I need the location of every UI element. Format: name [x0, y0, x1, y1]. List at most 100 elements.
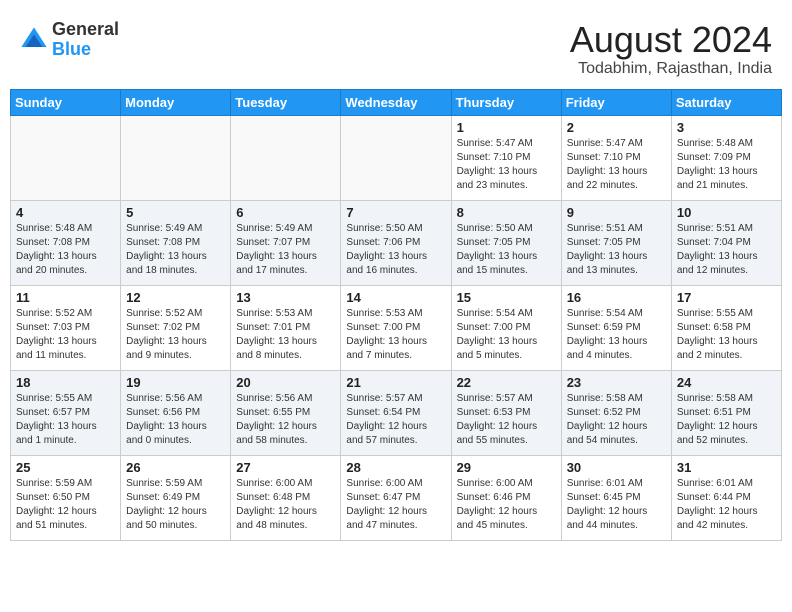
- weekday-header-wednesday: Wednesday: [341, 89, 451, 115]
- day-info: Sunrise: 5:55 AM Sunset: 6:57 PM Dayligh…: [16, 392, 115, 448]
- week-row-5: 25 Sunrise: 5:59 AM Sunset: 6:50 PM Dayli…: [11, 455, 782, 540]
- calendar-cell: 26 Sunrise: 5:59 AM Sunset: 6:49 PM Dayli…: [121, 455, 231, 540]
- calendar-cell: 30 Sunrise: 6:01 AM Sunset: 6:45 PM Dayli…: [561, 455, 671, 540]
- day-info: Sunrise: 5:54 AM Sunset: 6:59 PM Dayligh…: [567, 307, 666, 363]
- calendar-cell: 3 Sunrise: 5:48 AM Sunset: 7:09 PM Daylig…: [671, 115, 781, 200]
- day-number: 14: [346, 290, 445, 305]
- day-number: 31: [677, 460, 776, 475]
- day-number: 17: [677, 290, 776, 305]
- day-number: 7: [346, 205, 445, 220]
- day-number: 1: [457, 120, 556, 135]
- calendar-cell: 29 Sunrise: 6:00 AM Sunset: 6:46 PM Dayli…: [451, 455, 561, 540]
- day-info: Sunrise: 5:48 AM Sunset: 7:09 PM Dayligh…: [677, 137, 776, 193]
- logo-general: General: [52, 19, 119, 39]
- day-number: 22: [457, 375, 556, 390]
- week-row-1: 1 Sunrise: 5:47 AM Sunset: 7:10 PM Daylig…: [11, 115, 782, 200]
- day-number: 28: [346, 460, 445, 475]
- day-info: Sunrise: 5:59 AM Sunset: 6:50 PM Dayligh…: [16, 477, 115, 533]
- weekday-header-row: SundayMondayTuesdayWednesdayThursdayFrid…: [11, 89, 782, 115]
- day-info: Sunrise: 5:51 AM Sunset: 7:04 PM Dayligh…: [677, 222, 776, 278]
- day-info: Sunrise: 5:50 AM Sunset: 7:05 PM Dayligh…: [457, 222, 556, 278]
- day-info: Sunrise: 5:55 AM Sunset: 6:58 PM Dayligh…: [677, 307, 776, 363]
- day-number: 27: [236, 460, 335, 475]
- day-info: Sunrise: 6:01 AM Sunset: 6:44 PM Dayligh…: [677, 477, 776, 533]
- calendar-cell: 5 Sunrise: 5:49 AM Sunset: 7:08 PM Daylig…: [121, 200, 231, 285]
- logo: General Blue: [20, 20, 119, 60]
- day-number: 19: [126, 375, 225, 390]
- calendar-cell: [121, 115, 231, 200]
- day-number: 26: [126, 460, 225, 475]
- day-number: 12: [126, 290, 225, 305]
- day-info: Sunrise: 5:56 AM Sunset: 6:55 PM Dayligh…: [236, 392, 335, 448]
- calendar-cell: 10 Sunrise: 5:51 AM Sunset: 7:04 PM Dayli…: [671, 200, 781, 285]
- calendar-cell: 4 Sunrise: 5:48 AM Sunset: 7:08 PM Daylig…: [11, 200, 121, 285]
- day-number: 10: [677, 205, 776, 220]
- day-info: Sunrise: 5:57 AM Sunset: 6:54 PM Dayligh…: [346, 392, 445, 448]
- day-number: 4: [16, 205, 115, 220]
- weekday-header-monday: Monday: [121, 89, 231, 115]
- calendar-cell: 18 Sunrise: 5:55 AM Sunset: 6:57 PM Dayli…: [11, 370, 121, 455]
- day-number: 16: [567, 290, 666, 305]
- calendar-cell: [11, 115, 121, 200]
- day-number: 3: [677, 120, 776, 135]
- week-row-3: 11 Sunrise: 5:52 AM Sunset: 7:03 PM Dayli…: [11, 285, 782, 370]
- day-number: 24: [677, 375, 776, 390]
- day-info: Sunrise: 5:53 AM Sunset: 7:00 PM Dayligh…: [346, 307, 445, 363]
- day-number: 21: [346, 375, 445, 390]
- day-info: Sunrise: 5:58 AM Sunset: 6:52 PM Dayligh…: [567, 392, 666, 448]
- day-info: Sunrise: 5:59 AM Sunset: 6:49 PM Dayligh…: [126, 477, 225, 533]
- calendar-cell: 20Sunrise: 5:56 AM Sunset: 6:55 PM Dayli…: [231, 370, 341, 455]
- day-info: Sunrise: 6:00 AM Sunset: 6:46 PM Dayligh…: [457, 477, 556, 533]
- day-info: Sunrise: 5:52 AM Sunset: 7:03 PM Dayligh…: [16, 307, 115, 363]
- calendar-cell: 14 Sunrise: 5:53 AM Sunset: 7:00 PM Dayli…: [341, 285, 451, 370]
- month-year: August 2024: [570, 20, 772, 60]
- day-info: Sunrise: 5:52 AM Sunset: 7:02 PM Dayligh…: [126, 307, 225, 363]
- calendar-cell: 28 Sunrise: 6:00 AM Sunset: 6:47 PM Dayli…: [341, 455, 451, 540]
- calendar-cell: 6 Sunrise: 5:49 AM Sunset: 7:07 PM Daylig…: [231, 200, 341, 285]
- day-info: Sunrise: 5:47 AM Sunset: 7:10 PM Dayligh…: [567, 137, 666, 193]
- calendar-cell: 12 Sunrise: 5:52 AM Sunset: 7:02 PM Dayli…: [121, 285, 231, 370]
- logo-blue: Blue: [52, 39, 91, 59]
- week-row-2: 4 Sunrise: 5:48 AM Sunset: 7:08 PM Daylig…: [11, 200, 782, 285]
- day-number: 23: [567, 375, 666, 390]
- title-block: August 2024 Todabhim, Rajasthan, India: [570, 20, 772, 78]
- calendar-cell: 2Sunrise: 5:47 AM Sunset: 7:10 PM Daylig…: [561, 115, 671, 200]
- calendar-cell: 17 Sunrise: 5:55 AM Sunset: 6:58 PM Dayli…: [671, 285, 781, 370]
- calendar-cell: 23 Sunrise: 5:58 AM Sunset: 6:52 PM Dayli…: [561, 370, 671, 455]
- day-info: Sunrise: 5:58 AM Sunset: 6:51 PM Dayligh…: [677, 392, 776, 448]
- day-number: 6: [236, 205, 335, 220]
- calendar-cell: [341, 115, 451, 200]
- calendar-cell: 16 Sunrise: 5:54 AM Sunset: 6:59 PM Dayli…: [561, 285, 671, 370]
- day-number: 25: [16, 460, 115, 475]
- weekday-header-sunday: Sunday: [11, 89, 121, 115]
- logo-icon: [20, 26, 48, 54]
- calendar-cell: 27 Sunrise: 6:00 AM Sunset: 6:48 PM Dayli…: [231, 455, 341, 540]
- calendar-cell: 9Sunrise: 5:51 AM Sunset: 7:05 PM Daylig…: [561, 200, 671, 285]
- day-info: Sunrise: 5:49 AM Sunset: 7:08 PM Dayligh…: [126, 222, 225, 278]
- calendar-cell: 1Sunrise: 5:47 AM Sunset: 7:10 PM Daylig…: [451, 115, 561, 200]
- day-info: Sunrise: 6:00 AM Sunset: 6:48 PM Dayligh…: [236, 477, 335, 533]
- day-info: Sunrise: 5:48 AM Sunset: 7:08 PM Dayligh…: [16, 222, 115, 278]
- day-number: 18: [16, 375, 115, 390]
- weekday-header-saturday: Saturday: [671, 89, 781, 115]
- calendar-cell: 13Sunrise: 5:53 AM Sunset: 7:01 PM Dayli…: [231, 285, 341, 370]
- page-header: General Blue August 2024 Todabhim, Rajas…: [10, 10, 782, 83]
- day-number: 11: [16, 290, 115, 305]
- day-info: Sunrise: 5:54 AM Sunset: 7:00 PM Dayligh…: [457, 307, 556, 363]
- day-number: 5: [126, 205, 225, 220]
- day-info: Sunrise: 6:00 AM Sunset: 6:47 PM Dayligh…: [346, 477, 445, 533]
- weekday-header-tuesday: Tuesday: [231, 89, 341, 115]
- day-info: Sunrise: 5:57 AM Sunset: 6:53 PM Dayligh…: [457, 392, 556, 448]
- day-number: 8: [457, 205, 556, 220]
- day-info: Sunrise: 5:50 AM Sunset: 7:06 PM Dayligh…: [346, 222, 445, 278]
- day-info: Sunrise: 5:53 AM Sunset: 7:01 PM Dayligh…: [236, 307, 335, 363]
- day-info: Sunrise: 5:56 AM Sunset: 6:56 PM Dayligh…: [126, 392, 225, 448]
- day-number: 30: [567, 460, 666, 475]
- week-row-4: 18 Sunrise: 5:55 AM Sunset: 6:57 PM Dayli…: [11, 370, 782, 455]
- day-info: Sunrise: 6:01 AM Sunset: 6:45 PM Dayligh…: [567, 477, 666, 533]
- location: Todabhim, Rajasthan, India: [570, 60, 772, 78]
- calendar-cell: 24 Sunrise: 5:58 AM Sunset: 6:51 PM Dayli…: [671, 370, 781, 455]
- calendar-cell: 22 Sunrise: 5:57 AM Sunset: 6:53 PM Dayli…: [451, 370, 561, 455]
- day-number: 29: [457, 460, 556, 475]
- day-info: Sunrise: 5:49 AM Sunset: 7:07 PM Dayligh…: [236, 222, 335, 278]
